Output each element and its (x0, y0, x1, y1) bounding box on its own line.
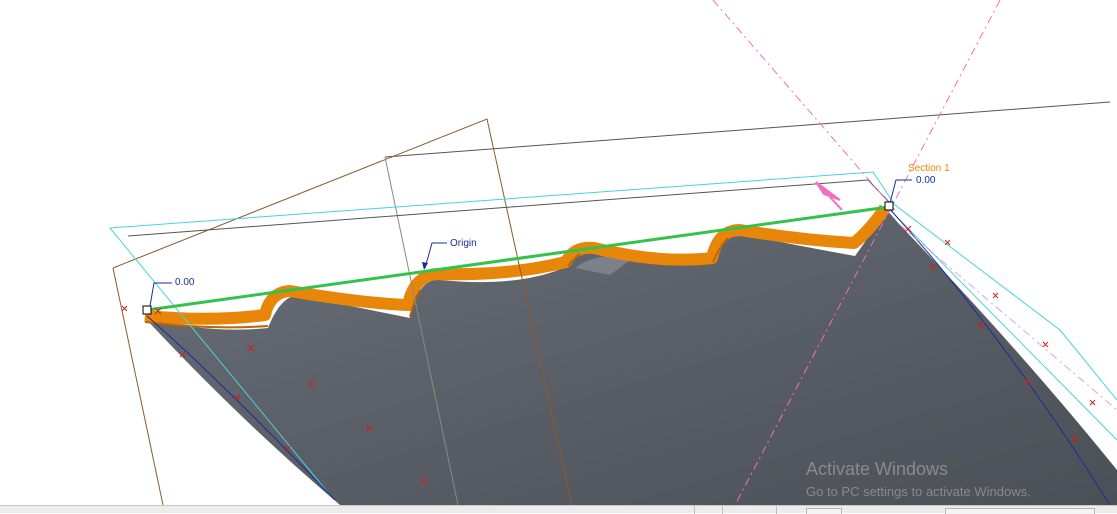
start-point-handle[interactable] (142, 305, 152, 315)
direction-arrow[interactable] (815, 181, 843, 211)
end-point-handle[interactable] (884, 201, 894, 211)
construction-plane-2 (127, 179, 893, 237)
status-field[interactable] (806, 508, 842, 514)
centerline-a (712, 0, 896, 211)
status-field[interactable] (945, 508, 1095, 514)
construction-plane-1 (384, 101, 1111, 158)
model-viewport[interactable]: 0.00 0.00 Section 1 Origin (0, 0, 1117, 513)
section-label[interactable]: Section 1 (908, 163, 950, 174)
dimension-leader-right (889, 179, 912, 204)
status-bar (0, 505, 1117, 514)
dimension-left-label[interactable]: 0.00 (175, 277, 195, 288)
datum-plane-edge (112, 267, 164, 506)
origin-label[interactable]: Origin (450, 238, 477, 249)
dimension-leader-left (149, 282, 172, 307)
origin-leader (424, 242, 447, 269)
origin-arrow (422, 262, 428, 270)
dimension-right-label[interactable]: 0.00 (916, 175, 936, 186)
